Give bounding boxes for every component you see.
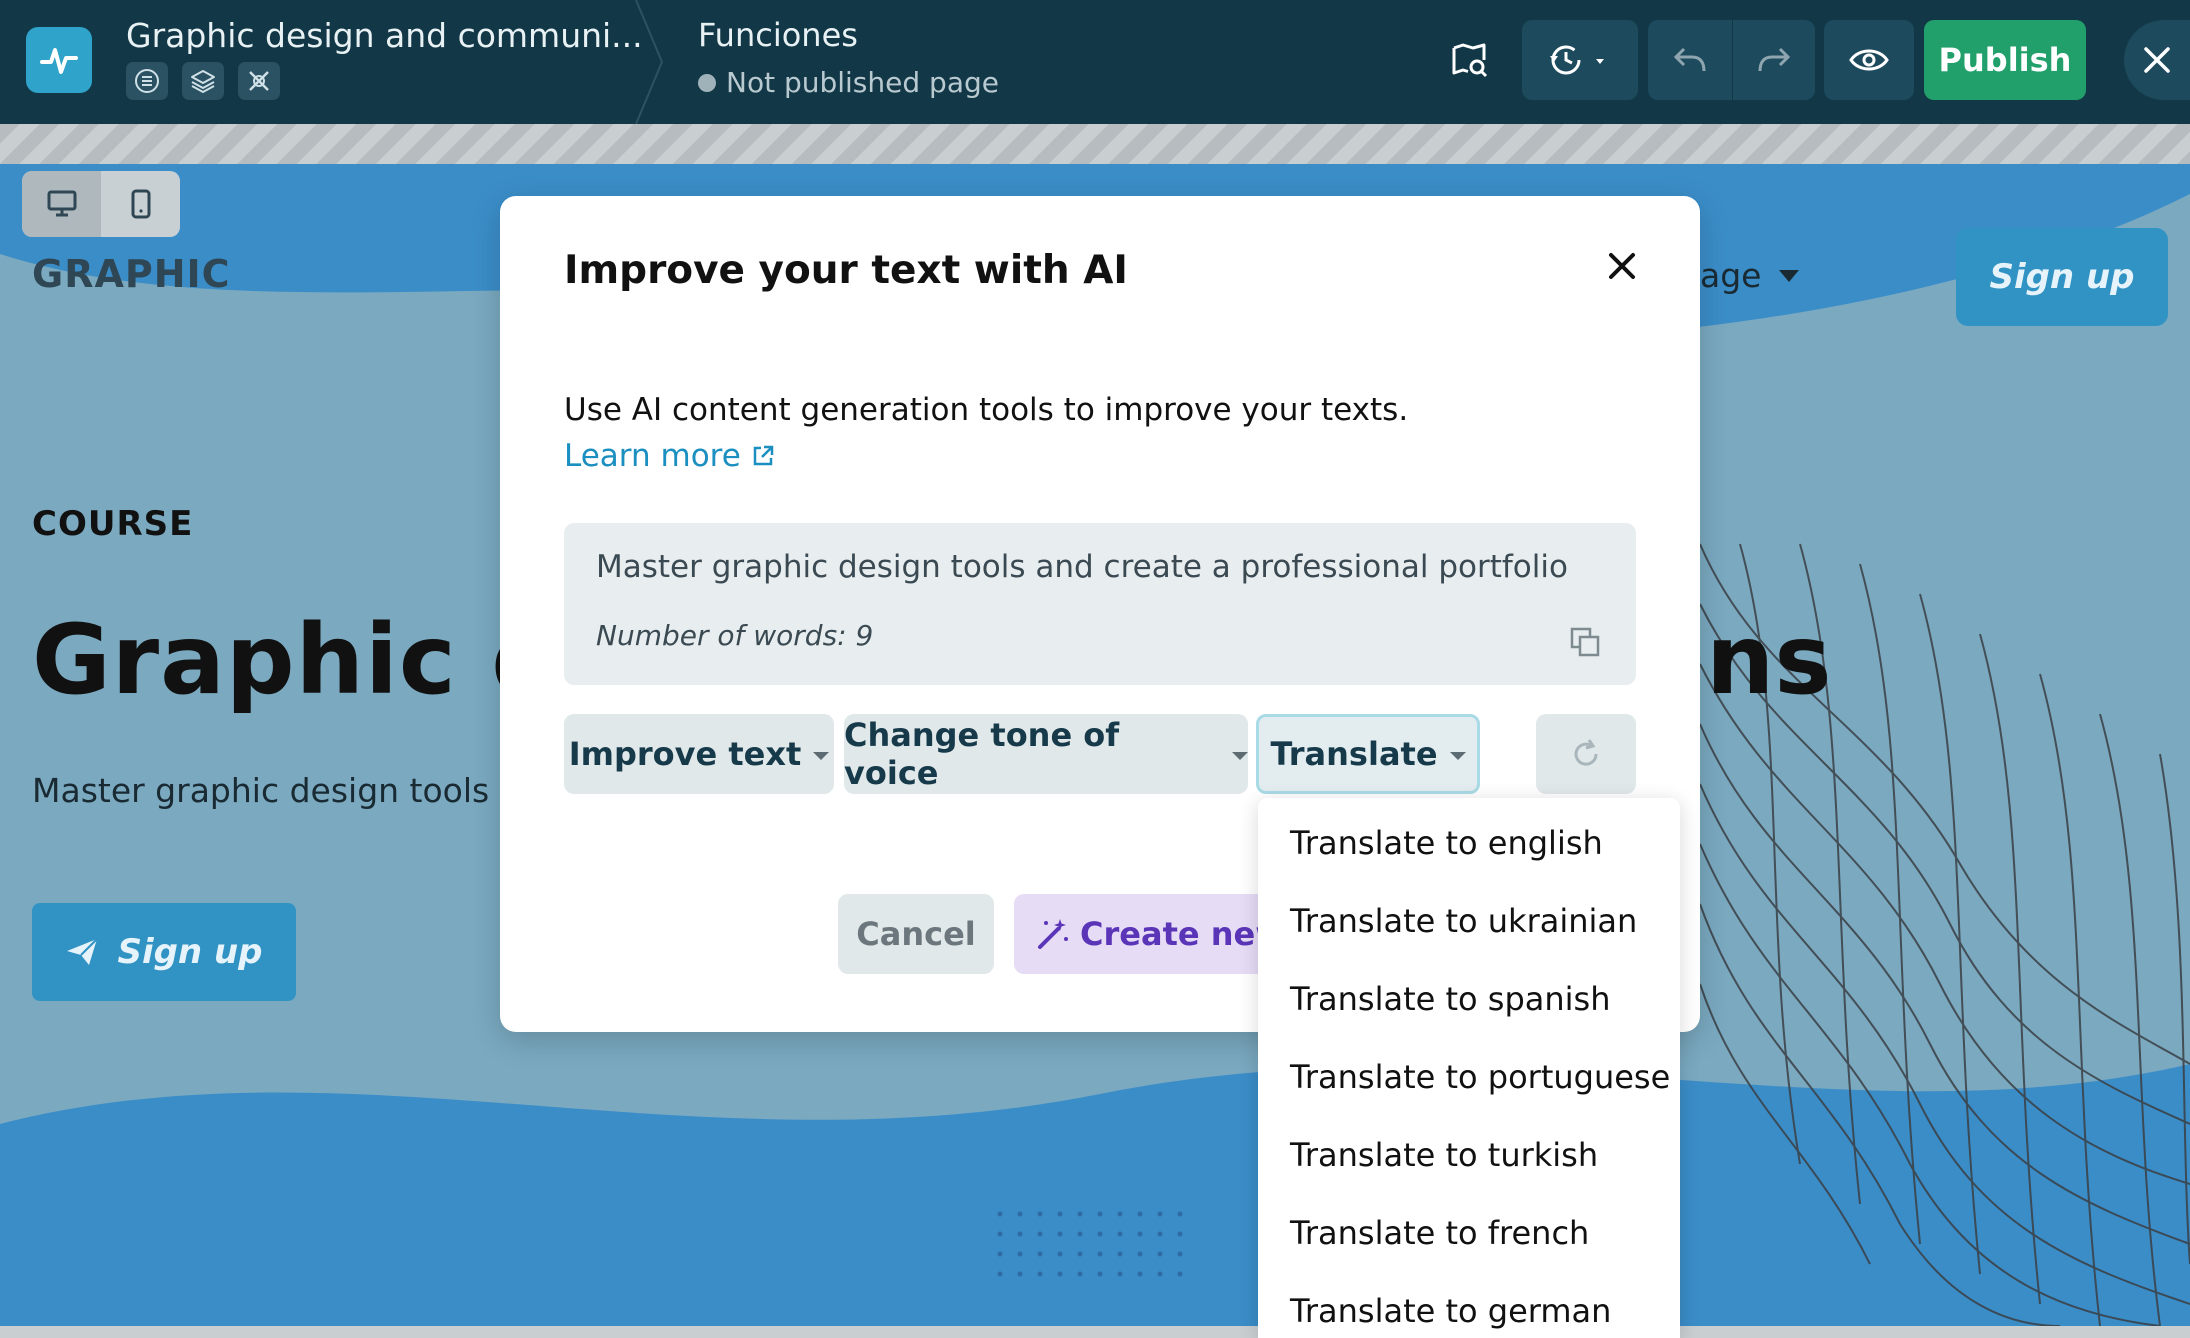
mobile-view-icon[interactable]: [101, 171, 180, 237]
canvas-top-stripe: [0, 124, 2190, 164]
page-status-label: Not published page: [726, 66, 999, 99]
hero-subtitle: Master graphic design tools a: [32, 771, 520, 810]
caret-down-icon: [1449, 752, 1466, 760]
learn-more-label: Learn more: [564, 438, 741, 474]
menu-item-translate-english[interactable]: Translate to english: [1290, 824, 1603, 862]
cancel-button[interactable]: Cancel: [838, 894, 994, 974]
pages-list-icon[interactable]: [126, 62, 168, 100]
canvas-bottom-edge: [0, 1326, 2190, 1338]
translate-label: Translate: [1270, 735, 1438, 773]
external-link-icon: [753, 445, 774, 466]
close-editor-button[interactable]: [2124, 20, 2190, 100]
hero-title: Graphic d: [32, 604, 561, 716]
map-search-icon[interactable]: [1440, 20, 1500, 100]
page-status: Not published page: [698, 66, 999, 99]
close-icon: [2144, 47, 2170, 73]
modal-close-button[interactable]: [1598, 242, 1646, 290]
redo-button[interactable]: [1733, 20, 1815, 100]
refresh-icon: [1574, 739, 1598, 766]
menu-item-translate-ukrainian[interactable]: Translate to ukrainian: [1290, 902, 1637, 940]
create-new-button[interactable]: Create new: [1014, 894, 1294, 974]
site-title[interactable]: Graphic design and communi...: [126, 16, 643, 55]
page-name[interactable]: Funciones: [698, 16, 858, 54]
send-icon: [67, 938, 99, 965]
app-logo-icon[interactable]: [26, 27, 92, 93]
modal-title: Improve your text with AI: [564, 248, 1128, 293]
hero-signup-label: Sign up: [117, 932, 263, 972]
desktop-view-icon[interactable]: [22, 171, 101, 237]
magic-wand-icon: [1038, 919, 1068, 949]
translate-dropdown-menu: Translate to english Translate to ukrain…: [1258, 798, 1680, 1338]
undo-button[interactable]: [1648, 20, 1732, 100]
publish-button[interactable]: Publish: [1924, 20, 2086, 100]
hero-signup-button[interactable]: Sign up: [32, 903, 296, 1001]
site-tools: [126, 62, 280, 100]
caret-down-icon: [1232, 752, 1248, 760]
nav-signup-button[interactable]: Sign up: [1956, 228, 2168, 326]
change-tone-button[interactable]: Change tone of voice: [844, 714, 1248, 794]
create-new-label: Create new: [1080, 915, 1285, 953]
chevron-down-icon: [1779, 269, 1800, 282]
nav-language-menu[interactable]: age: [1700, 256, 1800, 295]
word-count: Number of words: 9: [596, 619, 874, 652]
modal-description: Use AI content generation tools to impro…: [564, 392, 1409, 428]
regenerate-button[interactable]: [1536, 714, 1636, 794]
change-tone-label: Change tone of voice: [844, 716, 1120, 792]
caret-down-icon: [813, 752, 830, 760]
learn-more-link[interactable]: Learn more: [564, 438, 775, 474]
nav-language-label: age: [1700, 256, 1762, 295]
copy-icon[interactable]: [1566, 623, 1604, 661]
history-button[interactable]: [1522, 20, 1638, 100]
menu-item-translate-portuguese[interactable]: Translate to portuguese: [1290, 1058, 1670, 1096]
menu-item-translate-french[interactable]: Translate to french: [1290, 1214, 1589, 1252]
layers-icon[interactable]: [182, 62, 224, 100]
preview-eye-button[interactable]: [1824, 20, 1914, 100]
translate-button[interactable]: Translate: [1256, 714, 1480, 794]
status-dot-icon: [698, 73, 716, 92]
source-text-box: Master graphic design tools and create a…: [564, 523, 1636, 685]
menu-item-translate-turkish[interactable]: Translate to turkish: [1290, 1136, 1598, 1174]
design-tools-icon[interactable]: [238, 62, 280, 100]
menu-item-translate-spanish[interactable]: Translate to spanish: [1290, 980, 1610, 1018]
breadcrumb-separator: [635, 0, 664, 124]
course-label: COURSE: [32, 504, 194, 544]
editor-topbar: Graphic design and communi... Funciones …: [0, 0, 2190, 124]
improve-text-label: Improve text: [568, 735, 802, 773]
close-icon: [1609, 253, 1635, 279]
hero-title-end: ns: [1706, 604, 1832, 716]
source-text[interactable]: Master graphic design tools and create a…: [596, 549, 1568, 585]
site-brand-logo[interactable]: GRAPHIC: [32, 252, 231, 296]
menu-item-translate-german[interactable]: Translate to german: [1290, 1292, 1611, 1330]
device-toggle: [22, 171, 180, 237]
improve-text-button[interactable]: Improve text: [564, 714, 834, 794]
